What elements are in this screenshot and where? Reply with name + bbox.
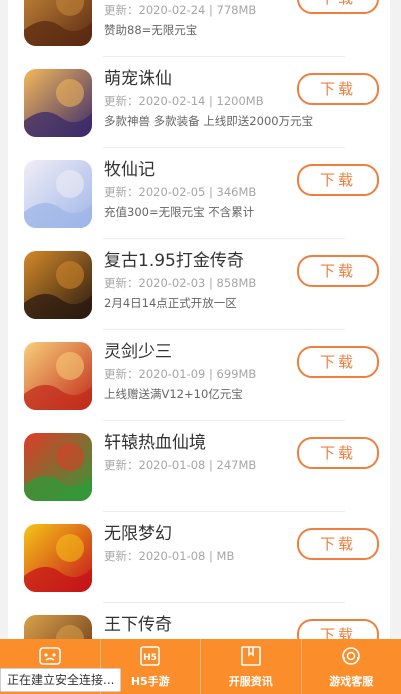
game-update-info: 更新：2020-01-09 | 699MB (104, 367, 257, 381)
nav-label: 游戏客服 (329, 675, 374, 688)
nav-item-4[interactable]: 游戏客服 (300, 639, 401, 694)
game-list-item[interactable]: 复古1.95打金传奇更新：2020-02-03 | 858MB 2月4日14点正式… (8, 239, 390, 330)
download-button[interactable]: 下载 (297, 0, 379, 14)
game-update-info: 更新：2020-02-24 | 778MB (104, 3, 257, 17)
game-name[interactable]: 轩辕热血仙境 (104, 428, 206, 453)
nav-item-3[interactable]: 开服资讯 (200, 639, 301, 694)
game-list-item[interactable]: 漠然传奇更新：2020-02-24 | 778MB赞助88=无限元宝下载 (8, 0, 390, 57)
download-button[interactable]: 下载 (297, 73, 379, 105)
nav-label: 开服资讯 (228, 675, 273, 688)
headset-icon (339, 645, 363, 667)
game-update-info: 更新：2020-02-05 | 346MB (104, 185, 257, 199)
game-update-info: 更新：2020-02-03 | 858MB (104, 276, 257, 290)
game-list-card: 漠然传奇更新：2020-02-24 | 778MB赞助88=无限元宝下载萌宠诛仙… (8, 0, 390, 694)
game-name[interactable]: 灵剑少三 (104, 337, 172, 362)
game-list-item[interactable]: 牧仙记更新：2020-02-05 | 346MB 充值300=无限元宝 不含累计 下… (8, 148, 390, 239)
svg-text:H5: H5 (143, 653, 157, 663)
game-description: 多款神兽 多款装备 上线即送2000万元宝 (104, 114, 314, 128)
game-description: 上线赠送满V12+10亿元宝 (104, 387, 243, 401)
game-list-item[interactable]: 无限梦幻更新：2020-01-08 | MB 下载 (8, 512, 390, 603)
h5-icon: H5 (138, 645, 162, 667)
game-icon-lingjian[interactable] (24, 342, 92, 410)
game-description: 2月4日14点正式开放一区 (104, 296, 237, 310)
game-icon-muxianji[interactable] (24, 160, 92, 228)
game-update-info: 更新：2020-01-08 | MB (104, 549, 235, 563)
download-button[interactable]: 下载 (297, 346, 379, 378)
game-icon-wuxian-meng[interactable] (24, 524, 92, 592)
game-icon-fugu-dragon[interactable] (24, 251, 92, 319)
game-description: 赞助88=无限元宝 (104, 23, 198, 37)
game-icon-mengchong[interactable] (24, 69, 92, 137)
bookmark-icon (239, 645, 263, 667)
download-button[interactable]: 下载 (297, 164, 379, 196)
game-name[interactable]: 牧仙记 (104, 155, 155, 180)
game-name[interactable]: 无限梦幻 (104, 519, 172, 544)
download-button[interactable]: 下载 (297, 528, 379, 560)
gamepad-icon (38, 645, 62, 667)
game-icon-moran[interactable] (24, 0, 92, 46)
game-name[interactable]: 复古1.95打金传奇 (104, 246, 244, 271)
game-name[interactable]: 王下传奇 (104, 610, 172, 635)
game-list-item[interactable]: 萌宠诛仙更新：2020-02-14 | 1200MB 多款神兽 多款装备 上线即送… (8, 57, 390, 148)
download-button[interactable]: 下载 (297, 255, 379, 287)
download-button[interactable]: 下载 (297, 437, 379, 469)
game-list-item[interactable]: 灵剑少三更新：2020-01-09 | 699MB 上线赠送满V12+10亿元宝 下… (8, 330, 390, 421)
game-update-info: 更新：2020-02-14 | 1200MB (104, 94, 264, 108)
game-description: 充值300=无限元宝 不含累计 (104, 205, 255, 219)
loading-status-toast: 正在建立安全连接... (0, 668, 122, 692)
game-name[interactable]: 萌宠诛仙 (104, 64, 172, 89)
game-update-info: 更新：2020-01-08 | 247MB (104, 458, 257, 472)
game-list-item[interactable]: 轩辕热血仙境更新：2020-01-08 | 247MB 下载 (8, 421, 390, 512)
page: 漠然传奇更新：2020-02-24 | 778MB赞助88=无限元宝下载萌宠诛仙… (0, 0, 401, 694)
game-icon-xuanyuan[interactable] (24, 433, 92, 501)
